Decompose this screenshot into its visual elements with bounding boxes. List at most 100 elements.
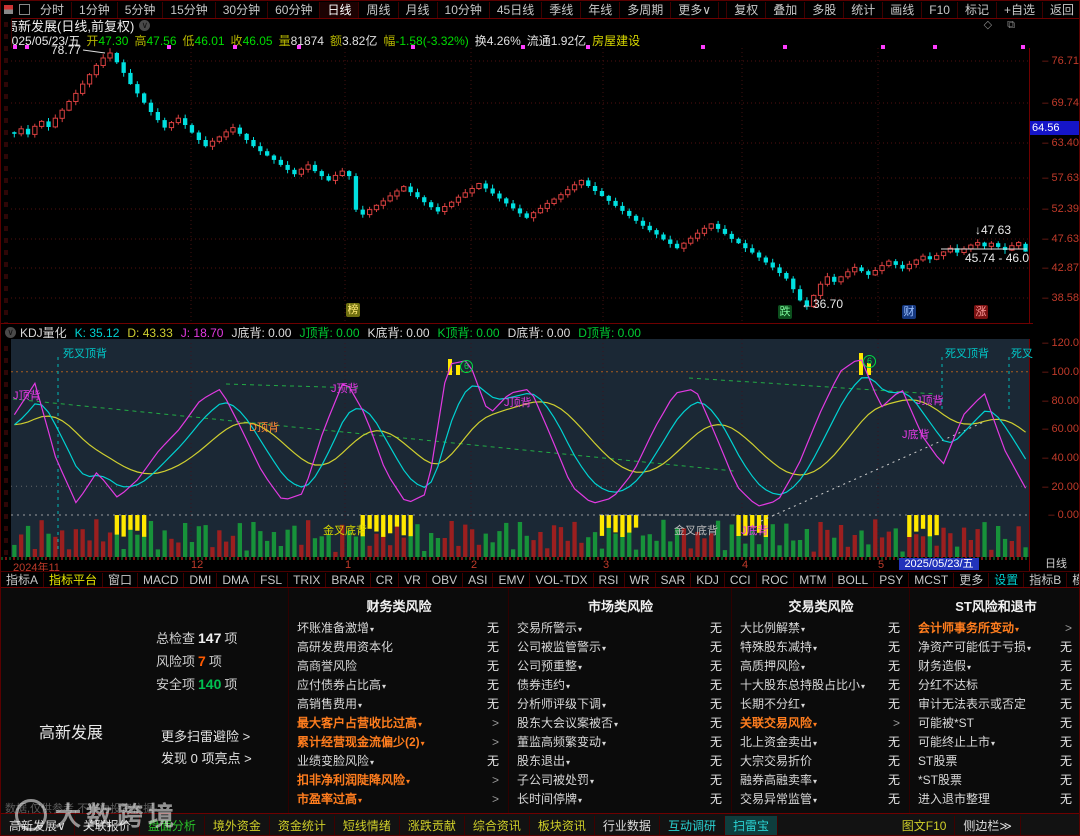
risk-row-label[interactable]: 特殊股东减持▾ [740, 638, 817, 655]
risk-row-label[interactable]: 大比例解禁▾ [740, 619, 805, 636]
risk-row[interactable]: 应付债券占比高▾ 无 [289, 675, 509, 694]
risk-row-value[interactable]: > [492, 773, 499, 787]
risk-row[interactable]: 可能被*ST 无 [910, 713, 1079, 732]
risk-row-value[interactable]: > [893, 716, 900, 730]
period-tab[interactable]: 更多∨ [671, 1, 720, 18]
bottom-bar-item[interactable]: 板块资讯 [530, 816, 595, 835]
risk-row[interactable]: 审计无法表示或否定 无 [910, 694, 1079, 713]
dropdown-arrow-icon[interactable]: ▾ [602, 701, 606, 710]
toolbar-button[interactable]: 标记 [956, 1, 996, 18]
bottom-bar-item[interactable]: 侧边栏≫ [955, 816, 1021, 835]
indicator-tab[interactable]: CR [371, 572, 400, 588]
indicator-tab[interactable]: TRIX [288, 572, 327, 588]
dropdown-arrow-icon[interactable]: ▾ [358, 701, 362, 710]
risk-row-label[interactable]: 应付债券占比高▾ [297, 676, 386, 693]
risk-row-label[interactable]: 十大股东总持股占比小▾ [740, 676, 865, 693]
toolbar-button[interactable]: 叠加 [765, 1, 804, 18]
risk-row[interactable]: 净资产可能低于亏损▾ 无 [910, 637, 1079, 656]
indicator-tab[interactable]: FSL [255, 572, 289, 588]
risk-row-label[interactable]: 长时间停牌▾ [517, 790, 582, 807]
risk-row-label[interactable]: 市盈率过高▾ [297, 790, 362, 807]
risk-row[interactable]: 大宗交易折价 无 [732, 751, 910, 770]
title-dropdown-icon[interactable]: ∨ [139, 20, 151, 31]
dropdown-arrow-icon[interactable]: ▾ [614, 720, 618, 729]
risk-row[interactable]: 长期不分红▾ 无 [732, 694, 910, 713]
dropdown-arrow-icon[interactable]: ▾ [1015, 625, 1019, 634]
indicator-tab[interactable]: PSY [874, 572, 910, 588]
event-badge[interactable]: 跌 [778, 305, 792, 319]
risk-row-label[interactable]: 累计经营现金流偏少(2)▾ [297, 733, 425, 750]
bottom-bar-item[interactable]: 扫雷宝 [724, 816, 778, 835]
bottom-bar-item[interactable]: 境外资金 [205, 816, 270, 835]
dropdown-arrow-icon[interactable]: ▾ [602, 739, 606, 748]
dropdown-arrow-icon[interactable]: ▾ [813, 739, 817, 748]
risk-row[interactable]: 进入退市整理 无 [910, 789, 1079, 808]
dropdown-arrow-icon[interactable]: ▾ [578, 663, 582, 672]
dropdown-arrow-icon[interactable]: ▾ [590, 777, 594, 786]
toolbar-button[interactable]: 多股 [804, 1, 843, 18]
indicator-tab[interactable]: RSI [594, 572, 625, 588]
dropdown-arrow-icon[interactable]: ▾ [406, 777, 410, 786]
period-tab[interactable]: 日线 [320, 1, 360, 18]
risk-row[interactable]: 股东大会议案被否▾ 无 [509, 713, 732, 732]
indicator-tab[interactable]: SAR [656, 572, 692, 588]
event-badge[interactable]: 涨 [974, 305, 988, 319]
risk-row[interactable]: 董监高频繁变动▾ 无 [509, 732, 732, 751]
bottom-bar-item[interactable]: 资金统计 [270, 816, 335, 835]
kdj-indicator-chart[interactable] [11, 339, 1029, 557]
period-tab[interactable]: 15分钟 [163, 1, 216, 18]
dropdown-arrow-icon[interactable]: ▾ [578, 796, 582, 805]
risk-row[interactable]: 分析师评级下调▾ 无 [509, 694, 732, 713]
period-tab[interactable]: 月线 [399, 1, 438, 18]
risk-row[interactable]: 累计经营现金流偏少(2)▾ > [289, 732, 509, 751]
risk-row[interactable]: *ST股票 无 [910, 770, 1079, 789]
collapse-icon[interactable]: ∨ [5, 326, 16, 338]
risk-row-label[interactable]: 扣非净利润陡降风险▾ [297, 771, 410, 788]
risk-row[interactable]: 高商誉风险 无 [289, 656, 509, 675]
risk-row-label[interactable]: 业绩变脸风险▾ [297, 752, 374, 769]
indicator-tab[interactable]: VR [399, 572, 427, 588]
risk-row[interactable]: ST股票 无 [910, 751, 1079, 770]
period-tab[interactable]: 多周期 [620, 1, 672, 18]
risk-row-label[interactable]: 审计无法表示或否定 [918, 695, 1026, 712]
dropdown-arrow-icon[interactable]: ▾ [602, 644, 606, 653]
dropdown-arrow-icon[interactable]: ▾ [370, 758, 374, 767]
risk-row-label[interactable]: 公司被监管警示▾ [517, 638, 606, 655]
risk-row-label[interactable]: 高研发费用资本化 [297, 638, 393, 655]
period-tab[interactable]: 60分钟 [268, 1, 321, 18]
risk-link[interactable]: 更多扫雷避险 > [161, 726, 250, 745]
risk-row-value[interactable]: > [492, 735, 499, 749]
risk-row[interactable]: 关联交易风险▾ > [732, 713, 910, 732]
dropdown-arrow-icon[interactable]: ▾ [861, 682, 865, 691]
dropdown-arrow-icon[interactable]: ▾ [382, 682, 386, 691]
dropdown-arrow-icon[interactable]: ▾ [801, 625, 805, 634]
indicator-tab[interactable]: ASI [463, 572, 494, 588]
risk-row[interactable]: 公司被监管警示▾ 无 [509, 637, 732, 656]
indicator-tab[interactable]: MTM [794, 572, 833, 588]
risk-row-label[interactable]: 董监高频繁变动▾ [517, 733, 606, 750]
toolbar-button[interactable]: F10 [921, 1, 957, 18]
risk-row-label[interactable]: 北上资金卖出▾ [740, 733, 817, 750]
dropdown-arrow-icon[interactable]: ▾ [813, 777, 817, 786]
indicator-tab[interactable]: 指标平台 [44, 572, 104, 588]
dropdown-arrow-icon[interactable]: ▾ [967, 663, 971, 672]
event-badge[interactable]: 榜 [346, 303, 360, 317]
risk-row-label[interactable]: 公司预重整▾ [517, 657, 582, 674]
dropdown-arrow-icon[interactable]: ▾ [801, 663, 805, 672]
bottom-bar-item[interactable]: 行业数据 [595, 816, 660, 835]
risk-row[interactable]: 高质押风险▾ 无 [732, 656, 910, 675]
indicator-tab[interactable]: WR [625, 572, 656, 588]
indicator-tab[interactable]: KDJ [691, 572, 725, 588]
bottom-bar-item[interactable]: 高新发展∨ [1, 816, 75, 835]
period-tab[interactable]: 10分钟 [438, 1, 490, 18]
layout-icon[interactable] [19, 4, 30, 15]
toolbar-button[interactable]: 统计 [843, 1, 882, 18]
risk-row-label[interactable]: 坏账准备激增▾ [297, 619, 374, 636]
risk-row-value[interactable]: > [1065, 621, 1072, 635]
risk-row[interactable]: 分红不达标 无 [910, 675, 1079, 694]
risk-row-label[interactable]: 关联交易风险▾ [740, 714, 817, 731]
bottom-bar-item[interactable]: 盘面分析 [140, 816, 205, 835]
risk-row-label[interactable]: 财务造假▾ [918, 657, 971, 674]
indicator-tab[interactable]: 指标A [1, 572, 45, 588]
dropdown-arrow-icon[interactable]: ▾ [578, 625, 582, 634]
